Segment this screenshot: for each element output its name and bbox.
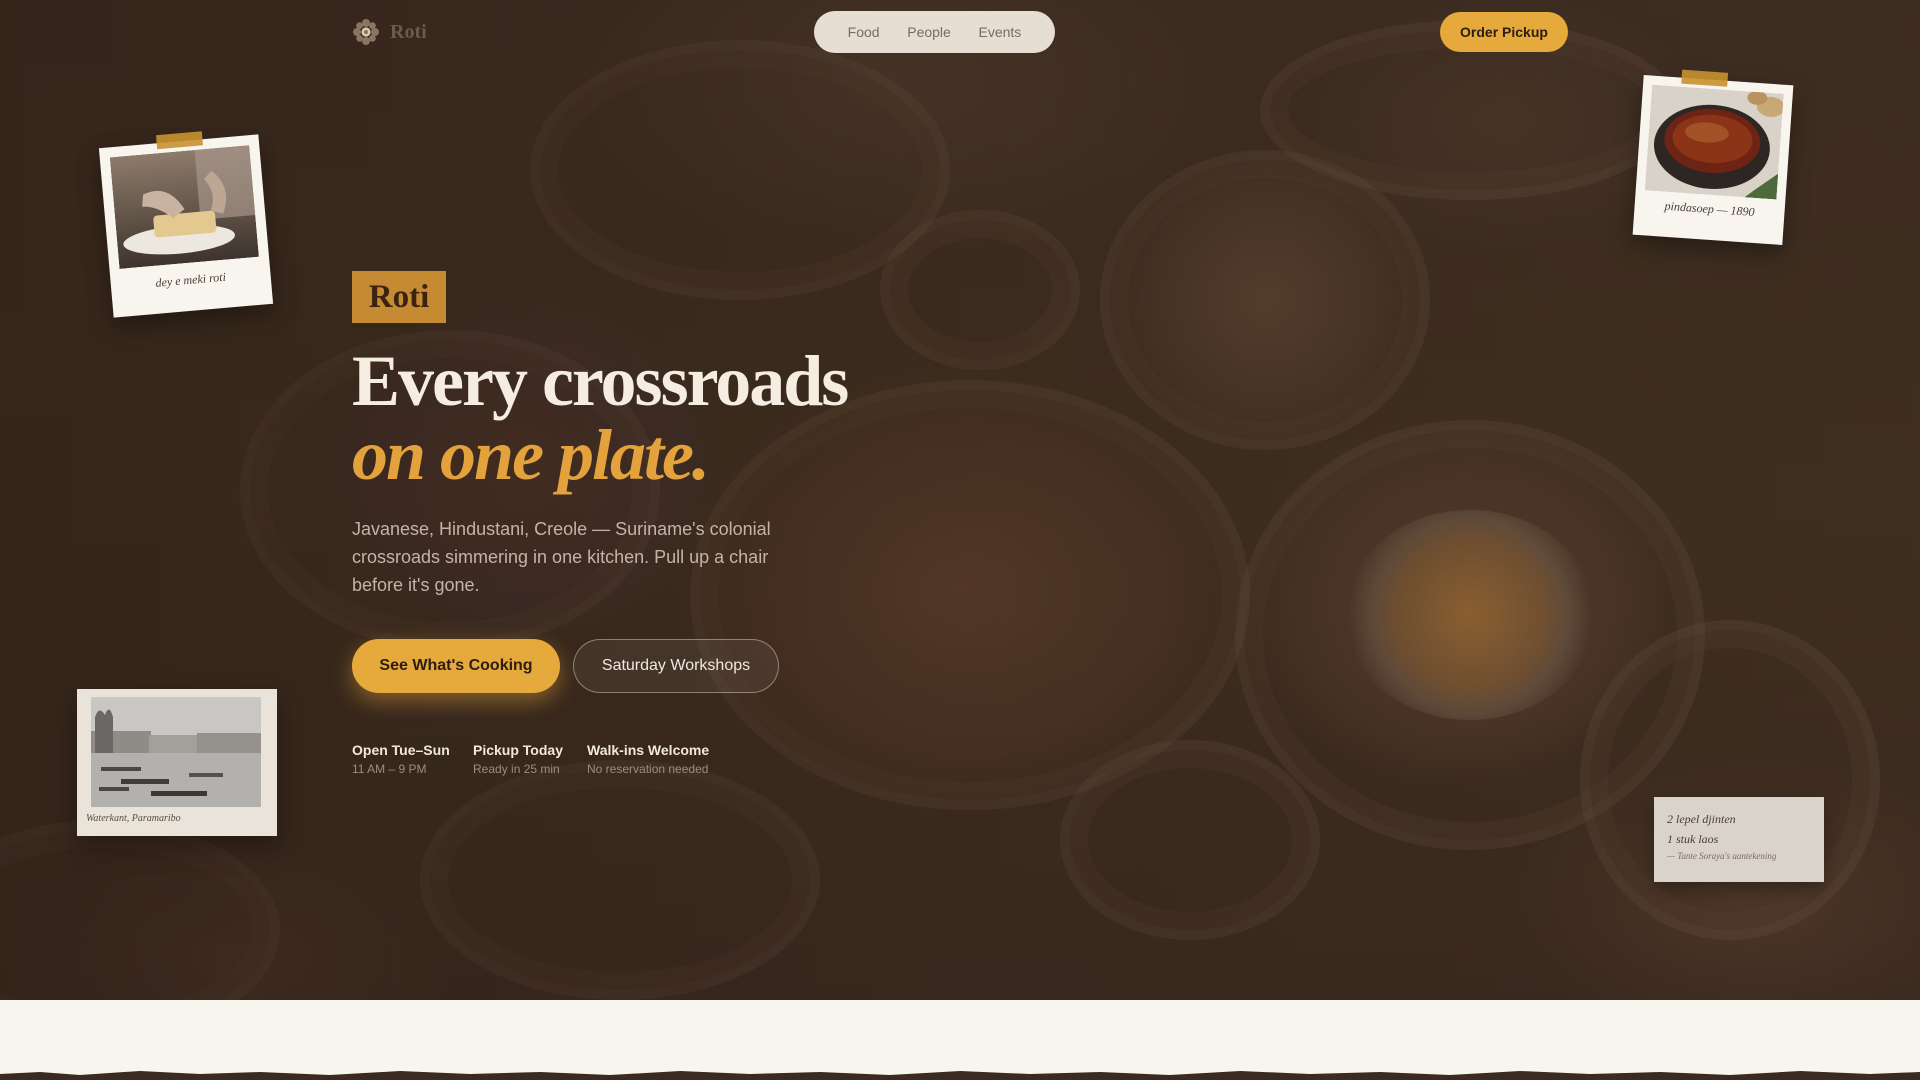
fact-sub: No reservation needed <box>587 762 709 776</box>
fact-walkins: Walk-ins Welcome No reservation needed <box>587 742 709 776</box>
recipe-note: 2 lepel djinten 1 stuk laos — Tante Sora… <box>1654 797 1824 882</box>
saturday-workshops-button[interactable]: Saturday Workshops <box>573 639 779 693</box>
polaroid-roti-caption: dey e meki roti <box>154 269 227 290</box>
hero-background <box>0 0 1920 1000</box>
note-line: 1 stuk laos <box>1667 832 1719 846</box>
harbor-photo <box>91 697 261 807</box>
roti-photo <box>109 145 259 269</box>
hero-lede: Javanese, Hindustani, Creole — Suriname'… <box>352 519 771 595</box>
polaroid-roti: dey e meki roti <box>98 131 274 318</box>
see-whats-cooking-button[interactable]: See What's Cooking <box>352 639 560 693</box>
fact-title: Open Tue–Sun <box>352 742 450 758</box>
fact-sub: Ready in 25 min <box>473 762 560 776</box>
hero-tag: Roti <box>352 271 446 323</box>
nav-link-food[interactable]: Food <box>848 24 880 40</box>
polaroid-soup-caption: pindasoep — 1890 <box>1664 198 1755 220</box>
nav-link-events[interactable]: Events <box>978 24 1021 40</box>
torn-paper-edge <box>0 1071 1920 1080</box>
flower-emblem-icon <box>353 19 379 45</box>
tape <box>155 131 204 150</box>
soup-photo <box>1644 84 1784 200</box>
fact-sub: 11 AM – 9 PM <box>352 762 427 776</box>
tape <box>1681 69 1729 87</box>
brand[interactable]: Roti <box>352 16 427 48</box>
order-pickup-button[interactable]: Order Pickup <box>1440 12 1568 52</box>
fact-hours: Open Tue–Sun 11 AM – 9 PM <box>352 742 450 776</box>
fact-title: Walk-ins Welcome <box>587 742 710 758</box>
nav-link-people[interactable]: People <box>907 24 951 40</box>
hero-overlay <box>0 0 1920 1000</box>
polaroid-harbor-caption: Waterkant, Paramaribo <box>86 813 181 824</box>
fact-title: Pickup Today <box>473 742 563 758</box>
polaroid-soup: pindasoep — 1890 <box>1632 69 1794 246</box>
hero-headline: Every crossroads <box>352 341 849 421</box>
fact-pickup: Pickup Today Ready in 25 min <box>473 742 563 776</box>
note-line: 2 lepel djinten <box>1667 812 1736 826</box>
brand-name: Roti <box>390 20 427 43</box>
hero-headline-accent: on one plate. <box>352 415 710 495</box>
main-nav: Food People Events <box>814 11 1055 53</box>
note-signature: — Tante Soraya's aantekening <box>1667 851 1777 861</box>
polaroid-harbor: Waterkant, Paramaribo <box>77 689 277 836</box>
